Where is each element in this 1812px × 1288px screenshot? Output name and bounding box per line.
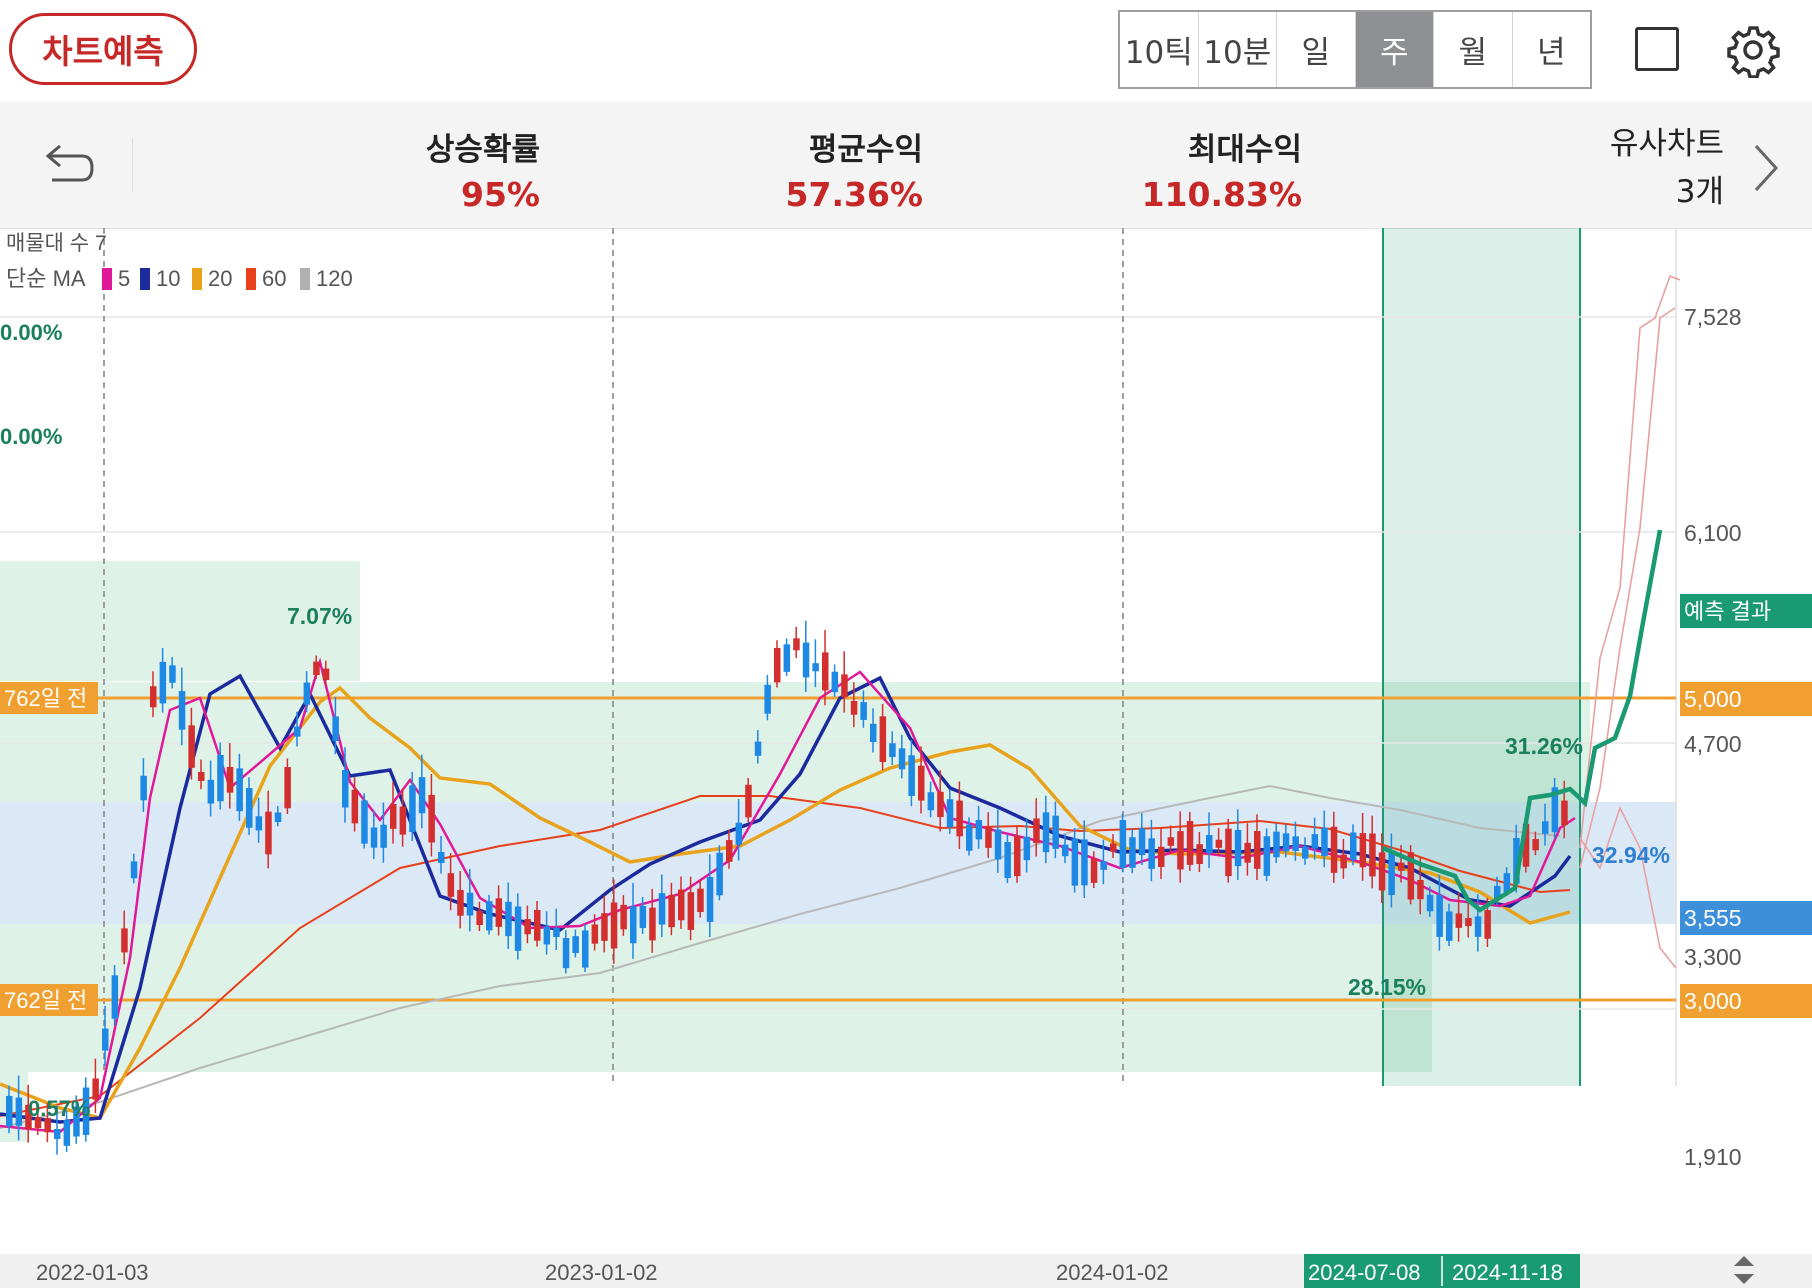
price-tick-3300: 3,300	[1684, 944, 1742, 970]
ma60-swatch	[246, 268, 256, 290]
ma20-label: 20	[208, 266, 232, 291]
fullscreen-icon[interactable]	[1635, 27, 1679, 71]
highlight-range	[1383, 228, 1580, 1086]
avg-return-label: 평균수익	[808, 132, 923, 168]
days-badge-bottom-text: 762일 전	[4, 988, 87, 1013]
chevron-right-icon[interactable]	[1748, 140, 1784, 196]
date-range-start: 2024-07-08	[1308, 1260, 1421, 1285]
rise-prob-value: 95%	[461, 175, 540, 214]
ma120-label: 120	[316, 266, 353, 291]
pct-label-7: 28.15%	[1348, 974, 1426, 1000]
ma60-label: 60	[262, 266, 286, 291]
date-2022: 2022-01-03	[36, 1260, 149, 1285]
pct-label-5: 31.26%	[1505, 733, 1583, 759]
price-tick-7528: 7,528	[1684, 304, 1742, 330]
price-tick-4700: 4,700	[1684, 731, 1742, 757]
ma10-label: 10	[156, 266, 180, 291]
pct-label-1: 0.00%	[0, 320, 62, 345]
prediction-stats-bar: 상승확률 95% 평균수익 57.36% 최대수익 110.83% 유사차트 3…	[0, 102, 1812, 229]
max-return-label: 최대수익	[1187, 132, 1302, 168]
max-return-value: 110.83%	[1141, 175, 1302, 214]
chart-predict-button[interactable]: 차트예측	[9, 13, 197, 85]
period-month[interactable]: 월	[1434, 12, 1513, 87]
ma10-swatch	[140, 268, 150, 290]
similar-label: 유사차트	[1609, 126, 1724, 162]
pct-label-2: 0.00%	[0, 424, 62, 449]
pct-label-6: 32.94%	[1592, 842, 1670, 868]
date-2024: 2024-01-02	[1056, 1260, 1169, 1285]
candlestick-chart[interactable]: 매물대 수 7 단순 MA 5 10 20 60 120 0.00% 0.00%…	[0, 228, 1812, 1288]
pct-label-4: 0.57%	[28, 1096, 90, 1121]
price-tick-6100: 6,100	[1684, 520, 1742, 546]
pct-label-3: 7.07%	[287, 603, 352, 629]
volume-profile-label: 매물대 수 7	[6, 232, 107, 255]
date-2023: 2023-01-02	[545, 1260, 658, 1285]
predict-result-text: 예측 결과	[1684, 599, 1771, 624]
average-return: 평균수익 57.36%	[786, 124, 923, 214]
period-year[interactable]: 년	[1513, 12, 1591, 87]
ma5-swatch	[102, 268, 112, 290]
period-selector: 10틱 10분 일 주 월 년	[1118, 10, 1592, 89]
ma120-swatch	[300, 268, 310, 290]
similar-count: 3개	[1675, 174, 1724, 210]
undo-icon[interactable]	[36, 138, 96, 194]
ma-prefix: 단순 MA	[6, 266, 86, 291]
max-return: 최대수익 110.83%	[1142, 124, 1302, 214]
price-tick-1910: 1,910	[1684, 1144, 1742, 1170]
ma20-swatch	[192, 268, 202, 290]
rise-probability: 상승확률 95%	[426, 124, 540, 214]
level-3000-text: 3,000	[1684, 988, 1742, 1014]
days-badge-top-text: 762일 전	[4, 686, 87, 711]
rise-prob-label: 상승확률	[425, 132, 540, 168]
divider	[132, 138, 133, 192]
level-3555-text: 3,555	[1684, 905, 1742, 931]
ma5-label: 5	[118, 266, 130, 291]
period-10tick[interactable]: 10틱	[1120, 12, 1199, 87]
avg-return-value: 57.36%	[785, 175, 923, 214]
period-week[interactable]: 주	[1355, 12, 1434, 87]
top-toolbar: 차트예측 10틱 10분 일 주 월 년	[0, 0, 1812, 102]
gear-icon[interactable]	[1725, 22, 1781, 78]
period-day[interactable]: 일	[1277, 12, 1356, 87]
zone-green-low	[0, 924, 1432, 1072]
level-5000-text: 5,000	[1684, 686, 1742, 712]
date-range-end: 2024-11-18	[1452, 1260, 1563, 1285]
period-10min[interactable]: 10분	[1199, 12, 1277, 87]
similar-charts[interactable]: 유사차트 3개	[1610, 120, 1724, 216]
